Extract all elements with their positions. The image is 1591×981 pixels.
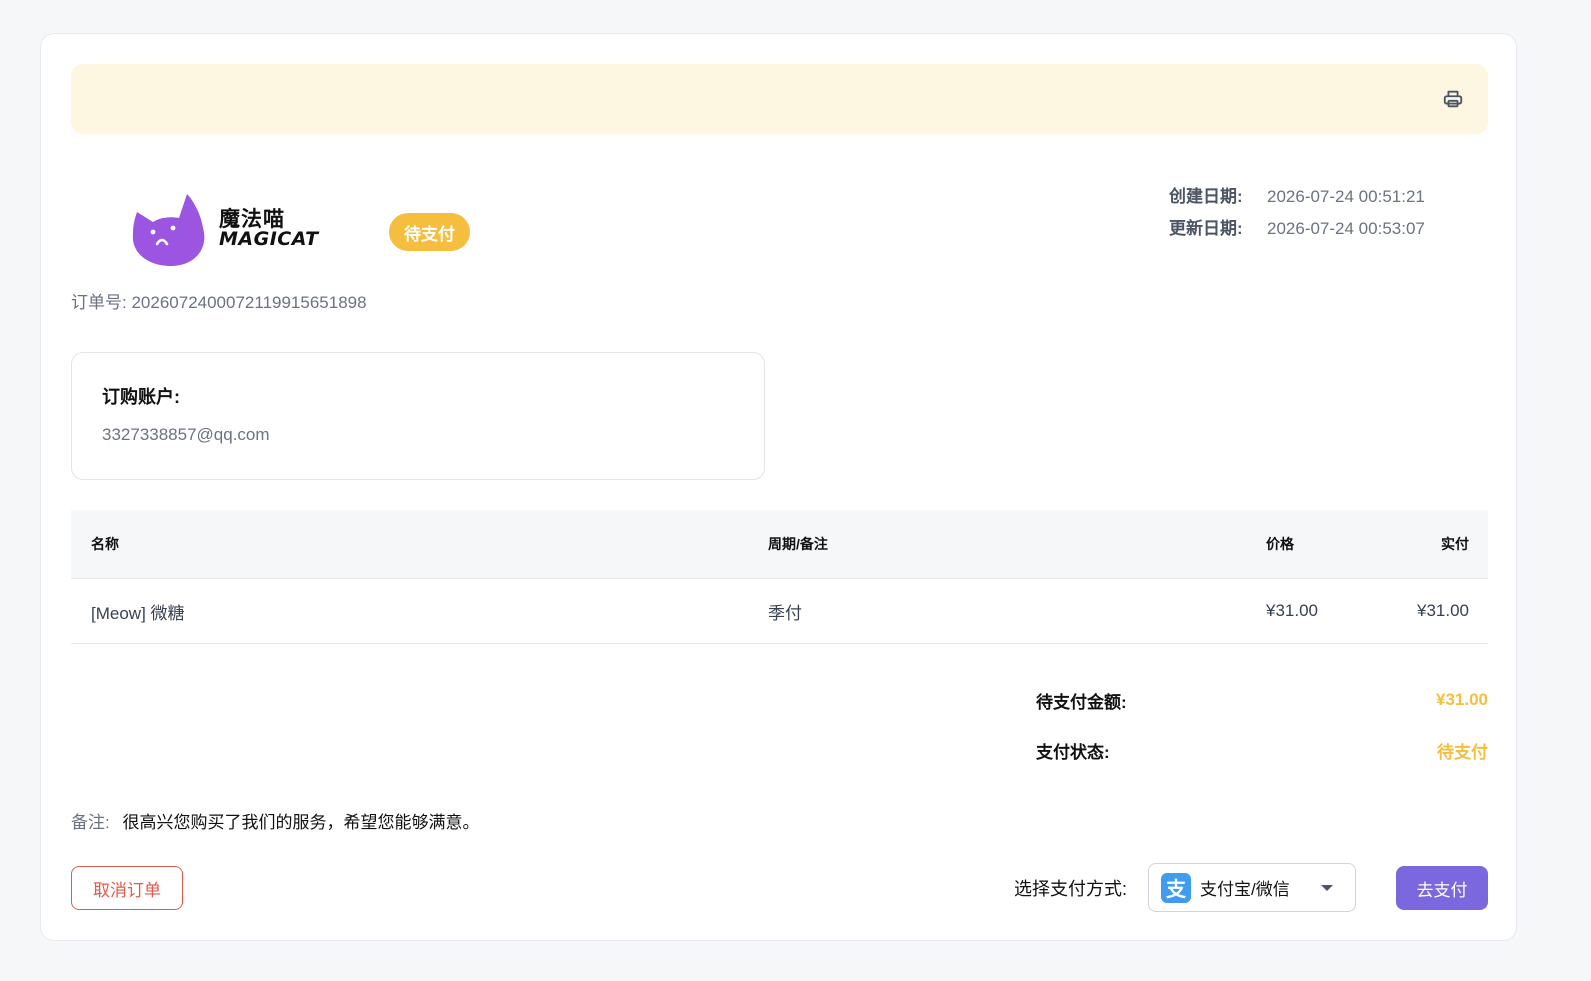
amount-due-row: 待支付金额: ¥31.00 <box>1036 675 1488 725</box>
header-paid: 实付 <box>1441 536 1469 552</box>
order-number-value: 20260724000721199156518​98 <box>131 293 367 312</box>
cell-paid: ¥31.00 <box>1417 601 1469 620</box>
cancel-order-button[interactable]: 取消订单 <box>71 866 183 910</box>
note-text: 很高兴您购买了我们的服务，希望您能够满意。 <box>122 813 480 832</box>
header-period: 周期/备注 <box>768 536 828 552</box>
caret-down-icon <box>1321 885 1333 891</box>
created-date-row: 创建日期: 2026-07-24 00:51:21 <box>1169 181 1425 213</box>
payment-status-value: 待支付 <box>1437 742 1488 762</box>
cell-period: 季付 <box>768 603 802 623</box>
updated-date-row: 更新日期: 2026-07-24 00:53:07 <box>1169 213 1425 245</box>
updated-date-label: 更新日期: <box>1169 219 1243 238</box>
order-number: 订单号: 20260724000721199156518​98 <box>71 288 367 313</box>
pay-method-value: 支付宝/微信 <box>1200 880 1290 899</box>
brand-logo: 魔法喵 MAGICAT <box>129 186 339 272</box>
header-price: 价格 <box>1266 536 1294 552</box>
cell-price: ¥31.00 <box>1266 601 1318 620</box>
order-note: 备注: 很高兴您购买了我们的服务，希望您能够满意。 <box>71 808 479 833</box>
print-button[interactable] <box>1440 86 1466 112</box>
note-label: 备注: <box>71 813 110 832</box>
account-title: 订购账户: <box>102 387 180 407</box>
header-name: 名称 <box>91 536 119 552</box>
account-email: 3327338857@qq.com <box>102 425 270 444</box>
cell-name: [Meow] 微糖 <box>91 603 185 623</box>
payment-status-row: 支付状态: 待支付 <box>1036 725 1488 775</box>
created-date-label: 创建日期: <box>1169 187 1243 206</box>
order-card: 魔法喵 MAGICAT 待支付 创建日期: 2026-07-24 00:51:2… <box>40 33 1517 941</box>
go-pay-button[interactable]: 去支付 <box>1396 866 1488 910</box>
updated-date-value: 2026-07-24 00:53:07 <box>1267 219 1425 238</box>
amount-due-label: 待支付金额: <box>1036 692 1127 712</box>
printer-icon <box>1443 90 1463 108</box>
brand-name-en: MAGICAT <box>219 228 319 251</box>
account-box: 订购账户: 3327338857@qq.com <box>71 352 765 480</box>
order-items-table: 名称 周期/备注 价格 实付 [Meow] 微糖 季付 ¥31.00 ¥31.0… <box>71 510 1488 644</box>
payment-summary: 待支付金额: ¥31.00 支付状态: 待支付 <box>1036 675 1488 775</box>
pay-method-select[interactable]: 支 支付宝/微信 <box>1148 863 1356 912</box>
created-date-value: 2026-07-24 00:51:21 <box>1267 187 1425 206</box>
top-banner <box>71 64 1488 134</box>
brand-name-cn: 魔法喵 <box>219 207 285 231</box>
table-row: [Meow] 微糖 季付 ¥31.00 ¥31.00 <box>71 579 1488 644</box>
amount-due-value: ¥31.00 <box>1436 690 1488 709</box>
table-header: 名称 周期/备注 价格 实付 <box>71 510 1488 579</box>
alipay-icon: 支 <box>1161 872 1191 903</box>
order-number-label: 订单号: <box>71 293 127 312</box>
cat-logo-icon <box>132 194 205 266</box>
brand-wordmark: 魔法喵 MAGICAT <box>219 208 319 250</box>
payment-status-label: 支付状态: <box>1036 742 1110 762</box>
status-badge: 待支付 <box>389 213 470 251</box>
pay-method-label: 选择支付方式: <box>1014 879 1128 899</box>
order-dates: 创建日期: 2026-07-24 00:51:21 更新日期: 2026-07-… <box>1169 181 1425 245</box>
